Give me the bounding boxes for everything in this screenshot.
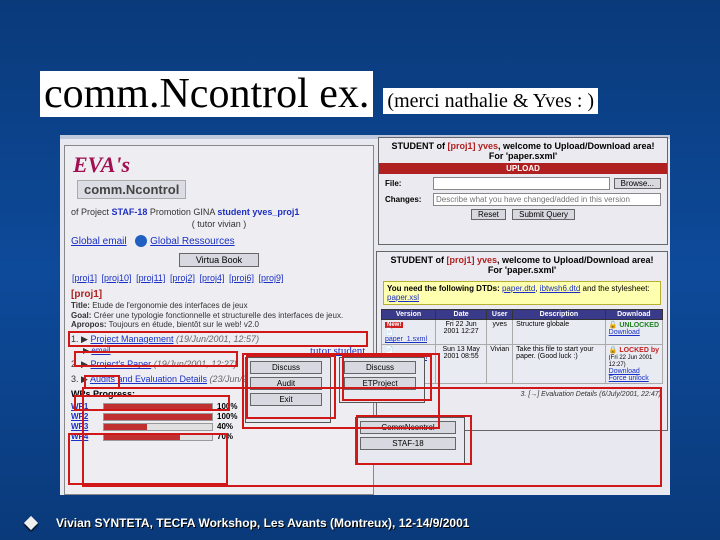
project-management-link[interactable]: Project Management [90,334,173,344]
slide-subtitle: (merci nathalie & Yves : ) [383,88,598,114]
globe-icon [135,235,147,247]
tutor-line: ( tutor vivian ) [71,219,367,229]
exit-button[interactable]: Exit [250,393,322,406]
discuss-button[interactable]: Discuss [250,361,322,374]
version-link[interactable]: paper_1.sxml [385,336,427,343]
file-label: File: [385,179,433,188]
force-unlock-link[interactable]: Force unlock [609,375,649,382]
unlocked-badge: 🔓 UNLOCKED [609,322,659,329]
footer-text: Vivian SYNTETA, TECFA Workshop, Les Avan… [56,516,469,530]
project-line: of Project STAF-18 Promotion GINA studen… [71,207,367,229]
virtua-book-button[interactable]: Virtua Book [179,253,259,267]
etproject-button[interactable]: ETProject [344,377,416,390]
slide-title: comm.Ncontrol ex. [40,71,373,117]
audit-button[interactable]: Audit [250,377,322,390]
eval-details-strip: 3. [→] Evaluation Details (6/July/2001, … [521,391,661,398]
bullet-icon [24,516,38,530]
project-tabs: [proj1] [proj10] [proj11] [proj2] [proj4… [71,273,367,283]
upload-bar: UPLOAD [379,163,667,174]
file-input[interactable] [433,177,610,190]
download-link[interactable]: Download [609,368,640,375]
tab-proj4[interactable]: [proj4] [199,273,224,283]
browse-button[interactable]: Browse... [614,178,661,189]
changes-label: Changes: [385,195,433,204]
projects-paper-link[interactable]: Project's Paper [90,359,151,369]
eva-subtitle: comm.Ncontrol [77,180,186,199]
tab-proj10[interactable]: [proj10] [102,273,132,283]
commncontrol-button[interactable]: CommNcontrol [360,421,456,434]
email-link[interactable]: email [91,346,110,355]
tab-proj9[interactable]: [proj9] [259,273,284,283]
stylesheet-link[interactable]: paper.xsl [387,293,419,302]
global-resources-link[interactable]: Global Ressources [150,236,234,247]
tab-proj1[interactable]: [proj1] [72,273,97,283]
new-badge: New! [385,322,403,328]
tab-proj11[interactable]: [proj11] [136,273,165,283]
popup-nav: CommNcontrol STAF-18 [355,417,465,465]
dtd-link-2[interactable]: ibtwsh6.dtd [540,284,580,293]
tab-proj2[interactable]: [proj2] [170,273,195,283]
upload-window: STUDENT of [proj1] yves, welcome to Uplo… [378,137,668,245]
content-area: EVA's comm.Ncontrol of Project STAF-18 P… [60,135,670,495]
audits-link[interactable]: Audits and Evaluation Details [90,374,207,384]
submit-button[interactable]: Submit Query [512,209,575,220]
reset-button[interactable]: Reset [471,209,506,220]
download-link[interactable]: Download [609,329,640,336]
staf18-button[interactable]: STAF-18 [360,437,456,450]
tab-proj6[interactable]: [proj6] [229,273,254,283]
tutor-student-legend: tutor student [308,345,367,357]
changes-input[interactable] [433,193,661,206]
locked-badge: 🔒 LOCKED by [609,347,659,354]
dtd-notice: You need the following DTDs: paper.dtd, … [383,281,661,305]
popup-tutor: Discuss Audit Exit [245,357,331,423]
eva-logo: EVA's [73,152,365,178]
table-row: New!📄 paper_1.sxml Fri 22 Jun 2001 12:27… [382,320,663,345]
dtd-link-1[interactable]: paper.dtd [502,284,535,293]
discuss-button-2[interactable]: Discuss [344,361,416,374]
global-email-link[interactable]: Global email [71,236,127,247]
popup-student: Discuss ETProject [339,357,425,403]
proj1-heading: [proj1] [71,289,367,300]
